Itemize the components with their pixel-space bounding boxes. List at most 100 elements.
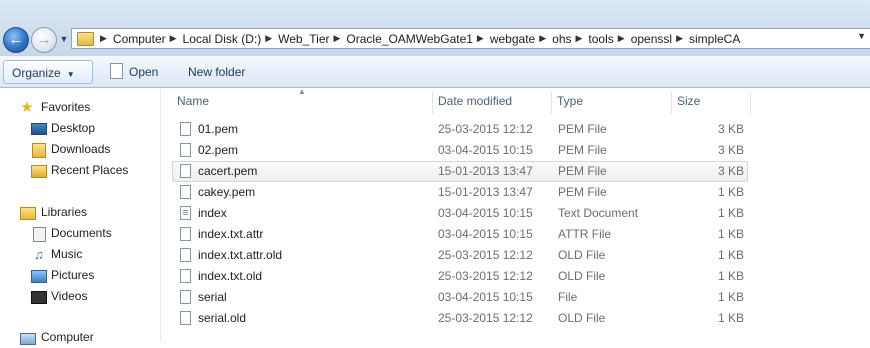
file-icon [180,311,191,325]
pictures-icon [31,270,47,283]
chevron-right-icon[interactable]: ▶ [576,33,583,44]
chevron-right-icon[interactable]: ▶ [170,33,177,44]
nav-label: Libraries [41,205,88,219]
address-dropdown-icon[interactable]: ▼ [857,31,866,41]
chevron-right-icon[interactable]: ▶ [539,33,546,44]
file-name: serial [198,290,227,304]
file-row[interactable]: index.txt.attr.old 25-03-2015 12:12 OLD Fi… [172,245,748,266]
text-document-icon [180,206,191,220]
navigation-pane: ★ Favorites Desktop Downloads Recent Pla… [0,88,160,345]
nav-label: Recent Places [51,163,129,177]
breadcrumb: ▶ Computer ▶ Local Disk (D:) ▶ Web_Tier … [96,29,740,48]
open-label: Open [129,65,159,79]
chevron-right-icon[interactable]: ▶ [265,33,272,44]
column-divider[interactable] [750,92,751,114]
file-icon [180,248,191,262]
file-row[interactable]: cacert.pem 15-01-2013 13:47 PEM File 3 KB [172,161,748,182]
nav-label: Videos [51,289,88,303]
breadcrumb-simpleca[interactable]: simpleCA [689,32,740,46]
file-row[interactable]: serial 03-04-2015 10:15 File 1 KB [172,287,748,308]
file-date-modified: 15-01-2013 13:47 [438,185,533,199]
file-size: 1 KB [717,269,744,283]
file-row[interactable]: serial.old 25-03-2015 12:12 OLD File 1 KB [172,308,748,329]
breadcrumb-openssl[interactable]: openssl [631,32,672,46]
videos-icon [31,291,47,304]
file-type: File [558,290,578,304]
file-type: OLD File [558,311,606,325]
breadcrumb-web-tier[interactable]: Web_Tier [278,32,329,46]
file-name: index.txt.old [198,269,263,283]
breadcrumb-ohs[interactable]: ohs [552,32,571,46]
breadcrumb-computer[interactable]: Computer [113,32,166,46]
chevron-right-icon[interactable]: ▶ [334,33,341,44]
organize-label: Organize [12,66,61,80]
file-icon [180,227,191,241]
breadcrumb-local-disk[interactable]: Local Disk (D:) [183,32,262,46]
file-icon [180,122,191,136]
new-folder-button[interactable]: New folder [180,60,253,84]
file-date-modified: 15-01-2013 13:47 [438,164,533,178]
address-box[interactable]: ▶ Computer ▶ Local Disk (D:) ▶ Web_Tier … [71,28,870,49]
file-date-modified: 25-03-2015 12:12 [438,248,533,262]
file-icon [180,269,191,283]
breadcrumb-webgate[interactable]: webgate [490,32,535,46]
file-type: Text Document [558,206,639,220]
document-icon [110,63,123,79]
file-date-modified: 03-04-2015 10:15 [438,227,533,241]
chevron-right-icon[interactable]: ▶ [618,33,625,44]
file-row[interactable]: index.txt.old 25-03-2015 12:12 OLD File 1 K… [172,266,748,287]
chevron-right-icon[interactable]: ▶ [100,33,107,44]
file-type: OLD File [558,248,606,262]
file-row[interactable]: index.txt.attr 03-04-2015 10:15 ATTR File 1… [172,224,748,245]
documents-icon [33,227,46,242]
column-header-size[interactable]: Size [671,92,751,112]
file-icon [180,164,191,178]
file-name: cacert.pem [198,164,258,178]
file-type: PEM File [558,185,607,199]
file-name: serial.old [198,311,247,325]
file-size: 1 KB [717,290,744,304]
star-icon: ★ [20,99,34,116]
downloads-icon [32,143,46,158]
file-date-modified: 25-03-2015 12:12 [438,122,533,136]
chevron-right-icon[interactable]: ▶ [676,33,683,44]
file-size: 1 KB [717,185,744,199]
column-header-row: Name Date modified Type Size [161,92,870,114]
music-icon: ♫ [34,247,44,262]
file-row[interactable]: index 03-04-2015 10:15 Text Document 1 KB [172,203,748,224]
address-bar-row: ← → ▼ ▶ Computer ▶ Local Disk (D:) ▶ Web… [0,0,870,56]
file-icon [180,143,191,157]
file-type: PEM File [558,122,607,136]
file-row[interactable]: cakey.pem 15-01-2013 13:47 PEM File 1 KB [172,182,748,203]
file-date-modified: 25-03-2015 12:12 [438,311,533,325]
file-name: cakey.pem [198,185,256,199]
chevron-right-icon[interactable]: ▶ [477,33,484,44]
breadcrumb-oracle-oamwebgate1[interactable]: Oracle_OAMWebGate1 [346,32,473,46]
breadcrumb-tools[interactable]: tools [588,32,613,46]
file-row[interactable]: 01.pem 25-03-2015 12:12 PEM File 3 KB [172,119,748,140]
file-size: 1 KB [717,311,744,325]
column-header-type[interactable]: Type [551,92,671,112]
file-type: PEM File [558,143,607,157]
forward-button[interactable]: → [31,27,57,53]
nav-label: Downloads [51,142,111,156]
file-type: ATTR File [558,227,612,241]
desktop-icon [31,123,47,135]
file-date-modified: 03-04-2015 10:15 [438,206,533,220]
recent-locations-dropdown-icon[interactable]: ▼ [59,34,69,44]
file-size: 3 KB [717,122,744,136]
organize-button[interactable]: Organize ▼ [3,60,93,84]
nav-label: Documents [51,226,112,240]
libraries-icon [20,207,36,220]
file-row[interactable]: 02.pem 03-04-2015 10:15 PEM File 3 KB [172,140,748,161]
chevron-down-icon: ▼ [66,70,75,79]
new-folder-label: New folder [188,65,246,79]
column-header-date-modified[interactable]: Date modified [432,92,552,112]
file-name: index [198,206,227,220]
file-name: index.txt.attr [198,227,264,241]
file-name: index.txt.attr.old [198,248,283,262]
back-button[interactable]: ← [3,27,29,53]
column-header-name[interactable]: Name [171,92,427,112]
file-size: 3 KB [717,164,744,178]
open-button[interactable]: Open [104,60,166,84]
